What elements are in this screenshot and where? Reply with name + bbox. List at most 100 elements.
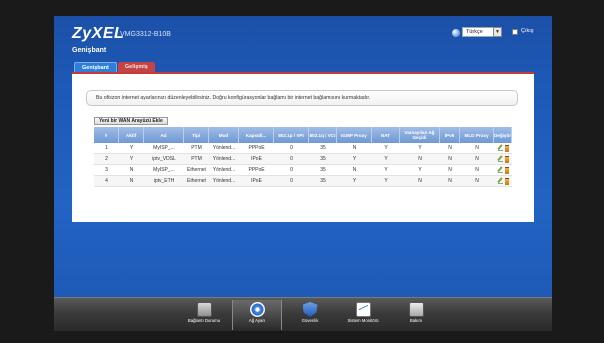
table-cell: PPPoE	[248, 167, 265, 173]
table-cell: 0	[290, 156, 293, 162]
table-cell: Y	[418, 167, 422, 173]
table-cell: N	[475, 178, 479, 184]
column-header: MLD Proxy	[460, 127, 494, 143]
table-cell: N	[448, 145, 452, 151]
table-cell: N	[475, 156, 479, 162]
table-header: # Aktif Ad Tipi Mod Kapsüll... 802.1p / …	[94, 127, 512, 143]
table-cell: 1	[105, 145, 108, 151]
logout-link[interactable]: Çıkış	[521, 28, 534, 34]
column-header: Aktif	[119, 127, 144, 143]
language-select[interactable]: Türkçe ▼	[462, 27, 502, 37]
tab-gelismis[interactable]: Gelişmiş	[117, 62, 155, 72]
column-header: #	[94, 127, 119, 143]
dock-system-monitor[interactable]: Sistem Monitörü	[338, 300, 388, 330]
trash-icon[interactable]	[504, 155, 509, 163]
table-cell: Yönlend...	[212, 167, 236, 173]
table-cell: N	[352, 145, 357, 151]
table-row: 3 N MyISP_... Ethernet Yönlend... PPPoE 0 35 N Y Y…	[94, 165, 512, 176]
row-actions	[494, 176, 512, 186]
column-header: Mod	[209, 127, 239, 143]
add-wan-interface-button[interactable]: Yeni bir WAN Arayüzü Ekle	[94, 117, 168, 125]
info-message: Bu ofiszon internet ayarlarınızı düzenle…	[86, 90, 518, 106]
trash-icon[interactable]	[504, 166, 509, 174]
column-header: Değiştir	[494, 127, 512, 143]
table-cell: N	[448, 167, 452, 173]
table-cell: Y	[129, 156, 134, 162]
table-cell: N	[352, 167, 357, 173]
row-actions	[494, 143, 512, 153]
table-cell: PPPoE	[248, 145, 265, 151]
table-cell: 4	[105, 178, 108, 184]
column-header: 802.1p / VPI	[274, 127, 309, 143]
table-cell: 0	[290, 167, 293, 173]
table-cell: PTM	[191, 145, 202, 151]
edit-icon[interactable]	[497, 178, 503, 184]
tab-bar: Genişbant Gelişmiş	[74, 62, 156, 72]
table-cell: 35	[320, 167, 326, 173]
table-cell: N	[475, 167, 479, 173]
network-status-icon	[196, 302, 212, 317]
table-body: 1 Y MyISP_... PTM Yönlend... PPPoE 0 35 N Y Y N N 2 Yi…	[94, 143, 512, 187]
table-cell: N	[448, 156, 452, 162]
table-cell: Y	[384, 178, 388, 184]
table-cell: MyISP_...	[153, 167, 175, 173]
logout-icon[interactable]	[512, 29, 518, 35]
table-row: 4 Niptv_ETH Ethernet Yönlend... IPoE 0 35 Y Y N N N	[94, 176, 512, 187]
trash-icon[interactable]	[504, 144, 509, 152]
column-header: Varsayılan Ağ Geçidi	[400, 127, 440, 143]
edit-icon[interactable]	[497, 156, 503, 162]
column-header: IGMP Proxy	[337, 127, 372, 143]
table-cell: N	[129, 167, 134, 173]
edit-icon[interactable]	[497, 167, 503, 173]
column-header: IPv6	[440, 127, 460, 143]
bottom-toolbar: Bağlantı Durumu Ağ Ayarı Güvenlik Sistem…	[54, 297, 552, 331]
edit-icon[interactable]	[497, 145, 503, 151]
column-header: Tipi	[184, 127, 209, 143]
content-panel: Bu ofiszon internet ayarlarınızı düzenle…	[72, 72, 534, 222]
router-web-ui: ZyXEL VMG3312-B10B Genişbant Türkçe ▼ Çı…	[54, 16, 552, 331]
table-cell: Y	[384, 145, 388, 151]
table-cell: 35	[320, 178, 326, 184]
table-cell: Y	[384, 167, 388, 173]
dock-label: Bağlantı Durumu	[187, 318, 221, 323]
table-cell: Yönlend...	[212, 145, 236, 151]
table-cell: N	[129, 178, 134, 184]
row-actions	[494, 165, 512, 175]
dock-security[interactable]: Güvenlik	[285, 300, 335, 330]
dock-label: Ağ Ayarı	[248, 318, 266, 323]
table-cell: iptv_VDSL	[152, 156, 176, 162]
shield-icon	[302, 302, 318, 317]
table-cell: 0	[290, 178, 293, 184]
table-cell: N	[448, 178, 452, 184]
table-cell: Y	[129, 145, 134, 151]
table-cell: N	[418, 156, 422, 162]
column-header: NAT	[372, 127, 400, 143]
dock-connection-status[interactable]: Bağlantı Durumu	[179, 300, 229, 330]
column-header: 802.1q / VCI	[309, 127, 337, 143]
dock-label: Sistem Monitörü	[347, 318, 379, 323]
dock-maintenance[interactable]: Bakım	[391, 300, 441, 330]
zyxel-logo: ZyXEL	[72, 25, 125, 42]
table-cell: Yönlend...	[212, 156, 236, 162]
table-cell: 35	[320, 156, 326, 162]
page-title: Genişbant	[72, 47, 107, 54]
dock-network-settings[interactable]: Ağ Ayarı	[232, 300, 282, 330]
table-cell: 0	[290, 145, 293, 151]
trash-icon[interactable]	[504, 177, 509, 185]
tab-genisbant[interactable]: Genişbant	[74, 62, 117, 72]
table-cell: IPoE	[251, 178, 262, 184]
table-cell: iptv_ETH	[153, 178, 175, 184]
chart-icon	[355, 302, 371, 317]
table-cell: Ethernet	[187, 178, 206, 184]
table-cell: N	[418, 178, 422, 184]
chevron-down-icon[interactable]: ▼	[493, 27, 502, 37]
table-cell: IPoE	[251, 156, 262, 162]
maintenance-icon	[408, 302, 424, 317]
table-cell: 35	[320, 145, 326, 151]
dock-label: Bakım	[409, 318, 423, 323]
row-actions	[494, 154, 512, 164]
gear-icon	[249, 302, 265, 317]
dock-label: Güvenlik	[301, 318, 319, 323]
table-cell: MyISP_...	[153, 145, 175, 151]
table-cell: N	[475, 145, 479, 151]
